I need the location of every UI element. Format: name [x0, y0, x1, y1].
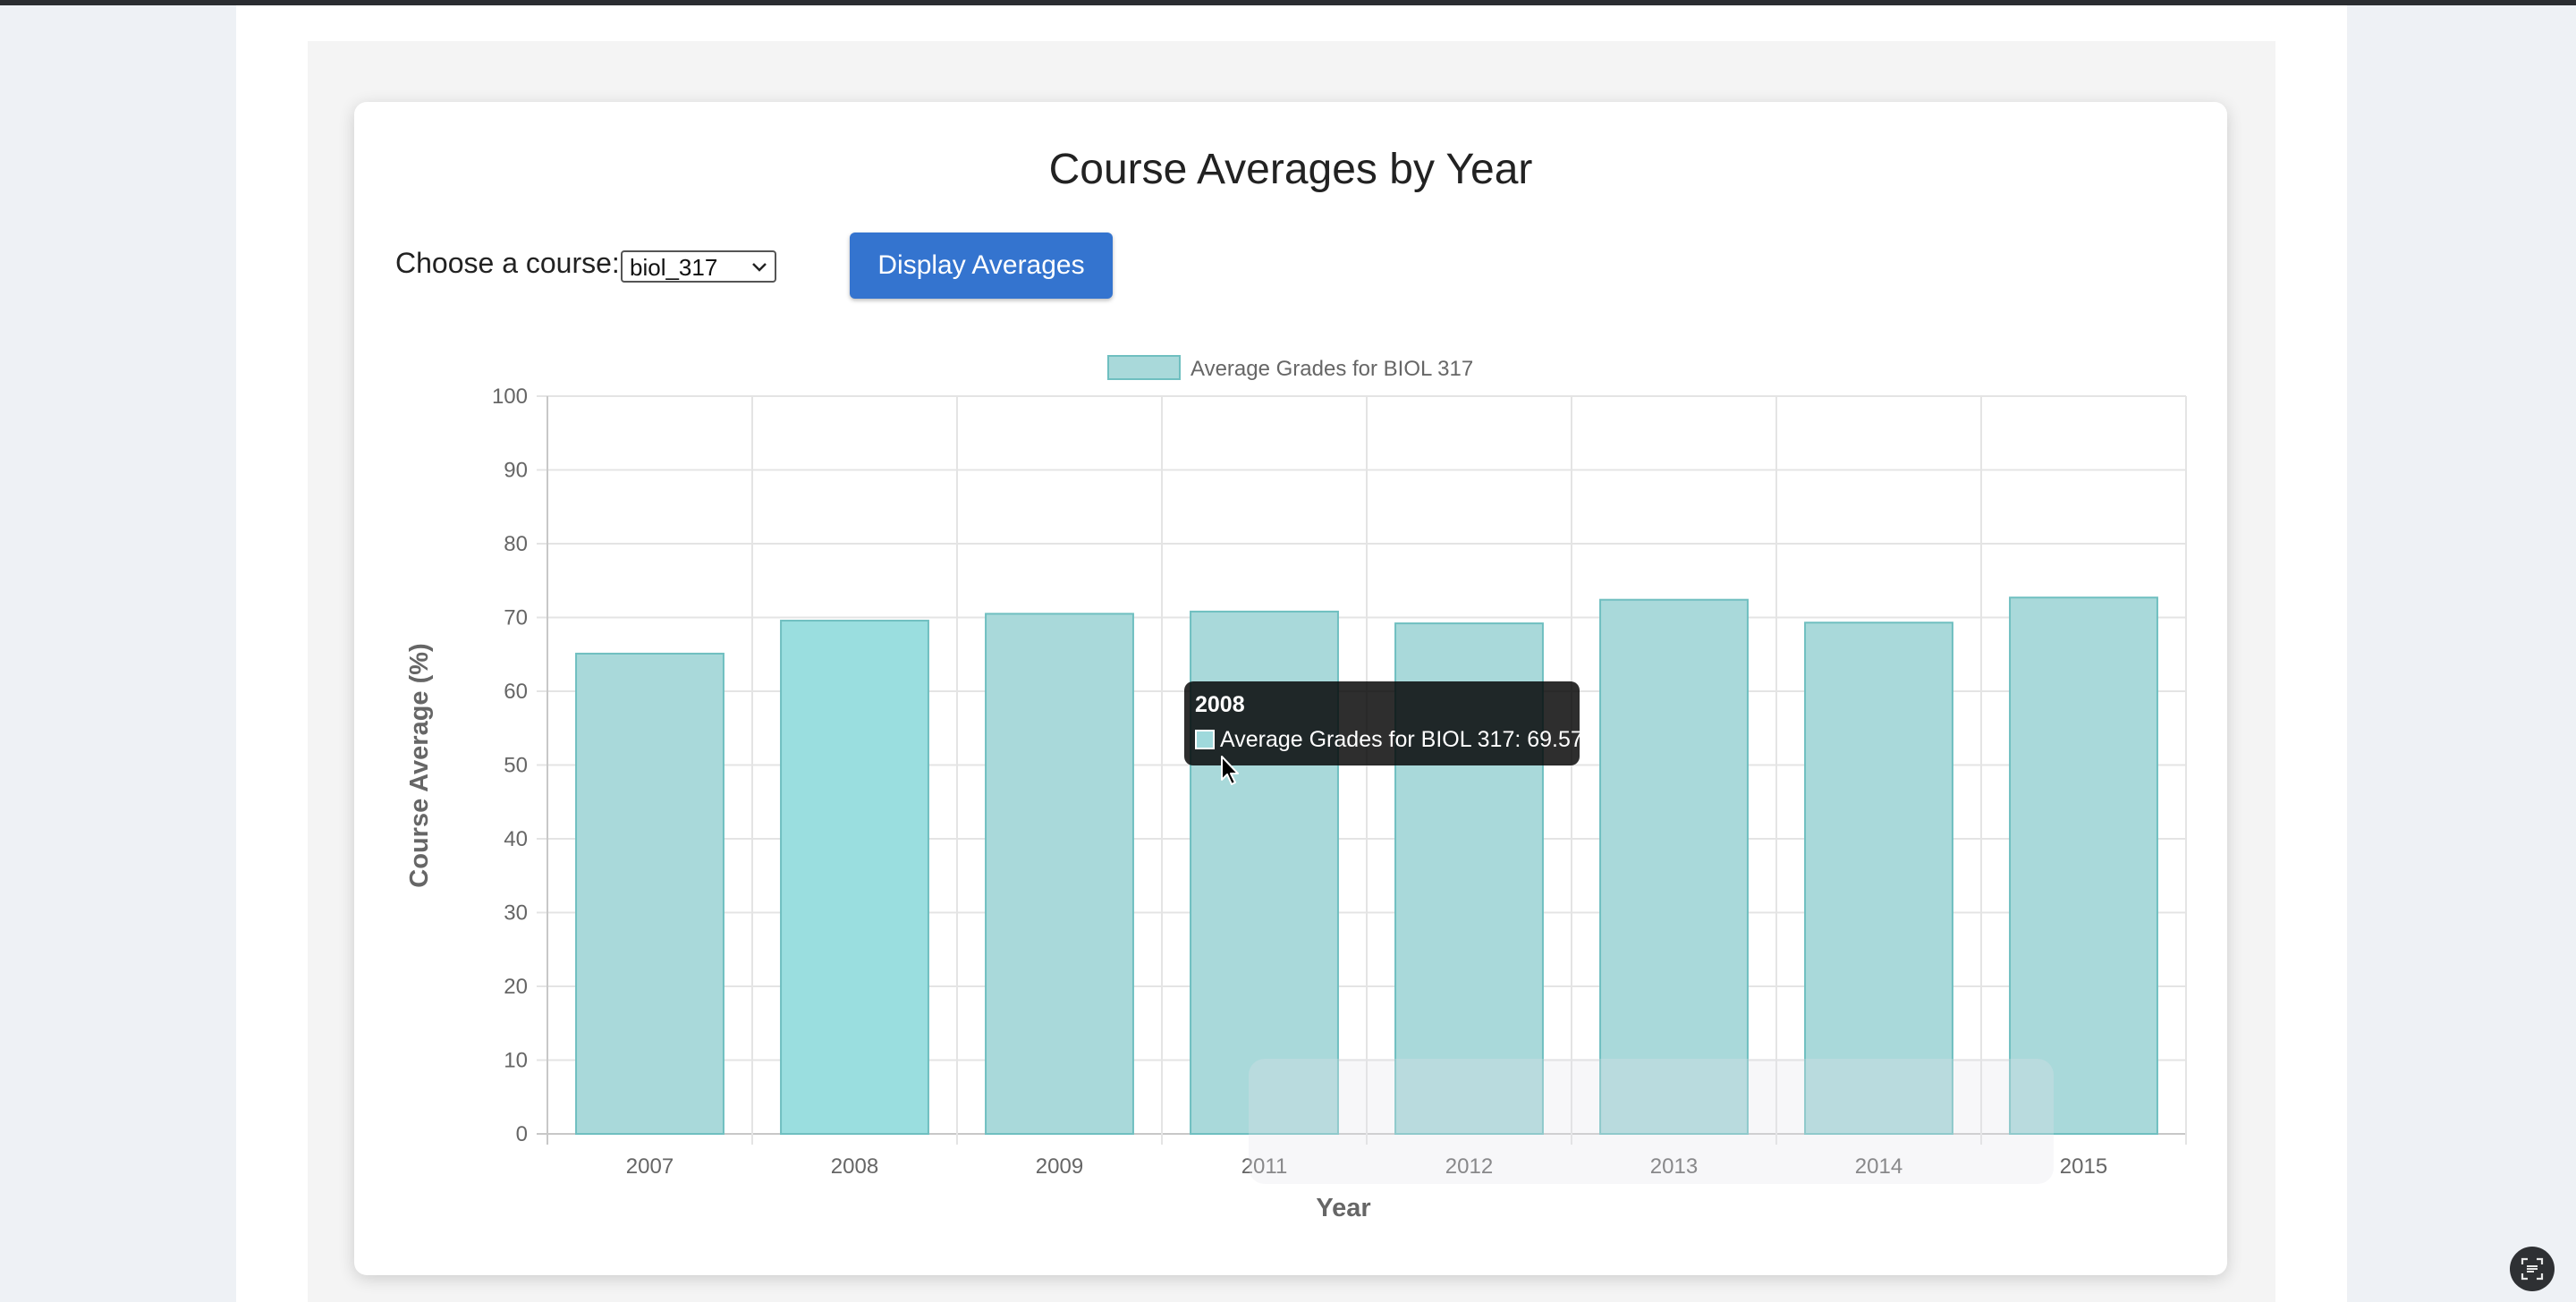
bar-2015	[2009, 596, 2158, 1135]
x-axis-title: Year	[1316, 1194, 1370, 1222]
y-tick-label: 100	[492, 385, 528, 409]
x-tick-label: 2015	[2060, 1154, 2107, 1179]
chart-card: Course Averages by Year Choose a course:…	[354, 102, 2227, 1275]
y-tick-label: 20	[504, 975, 528, 999]
tooltip-swatch	[1195, 730, 1215, 749]
y-tick-label: 70	[504, 606, 528, 630]
chart-tooltip: 2008 Average Grades for BIOL 317: 69.57	[1184, 681, 1583, 765]
x-tick-label: 2007	[626, 1154, 674, 1179]
chart-legend: Average Grades for BIOL 317	[1107, 355, 1473, 381]
media-controls-overlay	[1249, 1059, 2054, 1184]
legend-label: Average Grades for BIOL 317	[1191, 357, 1473, 381]
bar-2007	[575, 652, 724, 1135]
y-tick-label: 10	[504, 1049, 528, 1073]
bar-2013	[1599, 598, 1749, 1135]
y-tick-label: 30	[504, 901, 528, 926]
arrow-cursor-icon	[1221, 756, 1239, 785]
y-axis-title: Course Average (%)	[405, 643, 434, 887]
y-tick-label: 0	[516, 1122, 528, 1146]
tooltip-title: 2008	[1195, 692, 1245, 717]
tooltip-label: Average Grades for BIOL 317: 69.57	[1220, 727, 1583, 752]
bar-2008	[780, 620, 929, 1135]
x-tick-label: 2008	[831, 1154, 878, 1179]
y-tick-label: 60	[504, 680, 528, 704]
x-tick-label: 2009	[1036, 1154, 1083, 1179]
bar-2009	[985, 613, 1134, 1135]
bar-2014	[1804, 621, 1953, 1135]
legend-swatch	[1107, 355, 1181, 380]
scan-text-icon	[2521, 1257, 2544, 1281]
scan-text-button[interactable]	[2510, 1247, 2555, 1291]
y-tick-label: 90	[504, 459, 528, 483]
y-tick-label: 50	[504, 754, 528, 778]
y-tick-label: 40	[504, 827, 528, 851]
y-tick-label: 80	[504, 532, 528, 556]
y-axis-ticks: 0 10 20 30 40 50 60 70 80 90 100	[492, 385, 528, 1146]
